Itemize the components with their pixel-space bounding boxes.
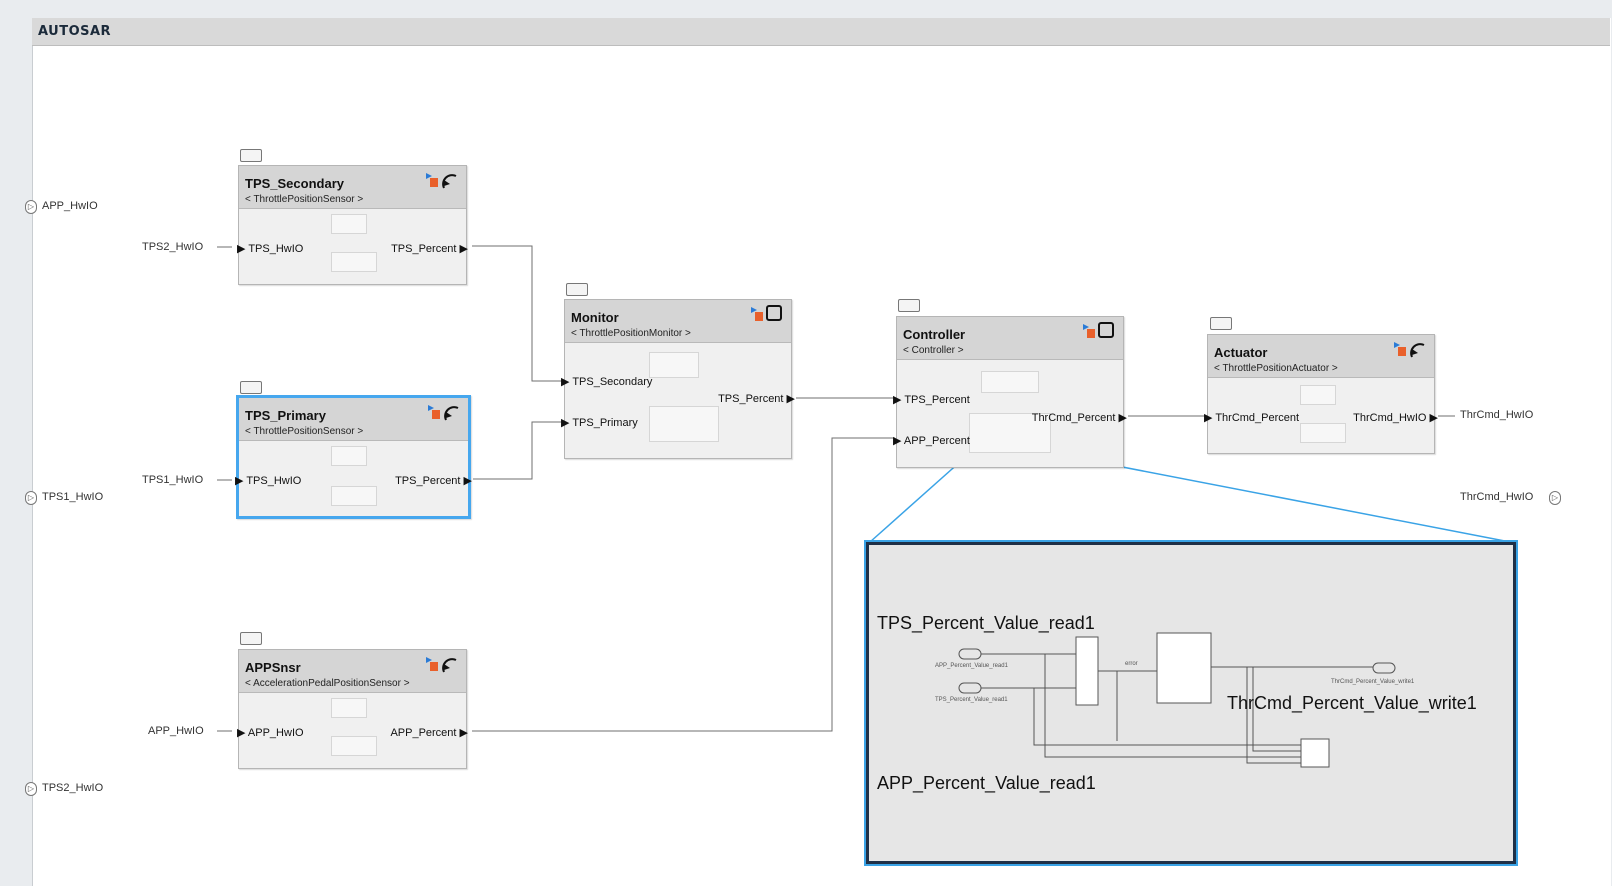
root-inport-tps1[interactable]: TPS1_HwIO xyxy=(42,491,103,503)
component-appsnsr[interactable]: APPSnsr < AccelerationPedalPositionSenso… xyxy=(237,649,468,769)
port-out-label: TPS_Percent xyxy=(718,393,784,405)
component-name: Controller xyxy=(903,327,966,342)
component-tab-icon xyxy=(1210,317,1232,330)
port-in[interactable]: ▶ TPS_Percent xyxy=(893,393,970,406)
component-tps-primary[interactable]: TPS_Primary < ThrottlePositionSensor > ▶… xyxy=(235,395,472,519)
port-in[interactable]: ▶ APP_HwIO xyxy=(237,726,304,739)
port-in[interactable]: ▶ APP_Percent xyxy=(893,434,970,447)
component-type: < ThrottlePositionActuator > xyxy=(1214,363,1338,374)
component-type: < Controller > xyxy=(903,345,964,356)
port-in-label: TPS_Primary xyxy=(572,417,638,429)
ext-inport-tps1[interactable]: TPS1_HwIO xyxy=(142,474,203,486)
component-tab-icon xyxy=(240,632,262,645)
inset-small-tps: TPS_Percent_Value_read1 xyxy=(935,697,1008,703)
port-in[interactable]: ▶ TPS_HwIO xyxy=(235,474,301,487)
port-out[interactable]: TPS_Percent ▶ xyxy=(395,474,472,487)
root-outport-icon[interactable]: ▷ xyxy=(1549,491,1561,505)
component-name: APPSnsr xyxy=(245,660,301,675)
inner-block xyxy=(331,214,367,234)
root-inport-icon[interactable]: ▷ xyxy=(25,200,37,214)
root-outport-label[interactable]: ThrCmd_HwIO xyxy=(1460,491,1533,503)
ext-inport-tps2[interactable]: TPS2_HwIO xyxy=(142,241,203,253)
component-titlebar: Monitor < ThrottlePositionMonitor > xyxy=(565,300,791,343)
port-in-label: TPS_HwIO xyxy=(246,475,302,487)
inner-block xyxy=(981,371,1039,393)
port-out-label: TPS_Percent xyxy=(391,243,457,255)
component-titlebar: TPS_Secondary < ThrottlePositionSensor > xyxy=(239,166,466,209)
component-tab-icon xyxy=(566,283,588,296)
port-out-label: TPS_Percent xyxy=(395,475,461,487)
component-name: Monitor xyxy=(571,310,619,325)
inner-block xyxy=(331,486,377,506)
port-in-label: APP_Percent xyxy=(903,435,970,447)
inset-inport-tps: TPS_Percent_Value_read1 xyxy=(877,613,1095,633)
root-inport-icon[interactable]: ▷ xyxy=(25,782,37,796)
component-titlebar: Actuator < ThrottlePositionActuator > xyxy=(1208,335,1434,378)
component-behavior-icon xyxy=(426,657,457,673)
component-behavior-icon xyxy=(426,173,457,189)
component-type: < ThrottlePositionSensor > xyxy=(245,426,364,437)
port-out-label: ThrCmd_Percent xyxy=(1031,412,1116,424)
port-in[interactable]: ▶ TPS_Secondary xyxy=(561,375,652,388)
component-behavior-icon xyxy=(1394,342,1425,358)
component-controller[interactable]: Controller < Controller > ▶ TPS_Percent … xyxy=(893,316,1127,468)
component-atomic-icon xyxy=(1083,322,1114,338)
inset-inport-app: APP_Percent_Value_read1 xyxy=(877,773,1096,793)
autosar-logo: AUTOSAR xyxy=(38,24,112,39)
inner-block xyxy=(331,698,367,718)
port-out[interactable]: APP_Percent ▶ xyxy=(390,726,468,739)
component-atomic-icon xyxy=(751,305,782,321)
inner-block xyxy=(1300,385,1336,405)
component-name: TPS_Secondary xyxy=(245,176,344,191)
inner-block xyxy=(331,252,377,272)
port-in[interactable]: ▶ TPS_Primary xyxy=(561,416,638,429)
component-monitor[interactable]: Monitor < ThrottlePositionMonitor > ▶ TP… xyxy=(561,299,795,459)
port-out-label: ThrCmd_HwIO xyxy=(1353,412,1427,424)
port-in[interactable]: ▶ TPS_HwIO xyxy=(237,242,303,255)
root-inport-icon[interactable]: ▷ xyxy=(25,491,37,505)
inset-small-error: error xyxy=(1125,661,1138,667)
port-in[interactable]: ▶ ThrCmd_Percent xyxy=(1204,411,1299,424)
inset-small-write: ThrCmd_Percent_Value_write1 xyxy=(1331,679,1415,685)
port-out[interactable]: TPS_Percent ▶ xyxy=(391,242,468,255)
component-actuator[interactable]: Actuator < ThrottlePositionActuator > ▶ … xyxy=(1204,334,1438,454)
canvas-header: AUTOSAR xyxy=(32,18,1610,46)
inner-block xyxy=(649,352,699,378)
component-behavior-icon xyxy=(428,405,459,421)
port-in-label: APP_HwIO xyxy=(247,727,304,739)
root-inport-tps2[interactable]: TPS2_HwIO xyxy=(42,782,103,794)
port-out[interactable]: ThrCmd_HwIO ▶ xyxy=(1353,411,1438,424)
component-tab-icon xyxy=(240,149,262,162)
inner-block xyxy=(331,736,377,756)
component-tab-icon xyxy=(240,381,262,394)
root-inport-app[interactable]: APP_HwIO xyxy=(42,200,98,212)
inner-block xyxy=(331,446,367,466)
inset-small-app: APP_Percent_Value_read1 xyxy=(935,663,1008,669)
zoom-inset[interactable]: TPS_Percent_Value_read1 APP_Percent_Valu… xyxy=(866,542,1516,864)
component-titlebar: Controller < Controller > xyxy=(897,317,1123,360)
port-in-label: ThrCmd_Percent xyxy=(1215,412,1300,424)
component-titlebar: APPSnsr < AccelerationPedalPositionSenso… xyxy=(239,650,466,693)
inner-block xyxy=(649,406,719,442)
inset-outport-thrcmd: ThrCmd_Percent_Value_write1 xyxy=(1227,693,1477,713)
port-out[interactable]: ThrCmd_Percent ▶ xyxy=(1032,411,1127,424)
port-in-label: TPS_HwIO xyxy=(248,243,304,255)
inner-block xyxy=(1300,423,1346,443)
component-titlebar: TPS_Primary < ThrottlePositionSensor > xyxy=(239,398,468,441)
port-in-label: TPS_Secondary xyxy=(572,376,653,388)
component-tab-icon xyxy=(898,299,920,312)
ext-inport-app[interactable]: APP_HwIO xyxy=(148,725,204,737)
component-tps-secondary[interactable]: TPS_Secondary < ThrottlePositionSensor >… xyxy=(237,165,468,285)
ext-outport-thrcmd[interactable]: ThrCmd_HwIO xyxy=(1460,409,1533,421)
port-in-label: TPS_Percent xyxy=(904,394,970,406)
component-type: < ThrottlePositionMonitor > xyxy=(571,328,691,339)
component-name: Actuator xyxy=(1214,345,1268,360)
port-out-label: APP_Percent xyxy=(390,727,457,739)
component-type: < ThrottlePositionSensor > xyxy=(245,194,364,205)
port-out[interactable]: TPS_Percent ▶ xyxy=(718,392,795,405)
component-type: < AccelerationPedalPositionSensor > xyxy=(245,678,410,689)
component-name: TPS_Primary xyxy=(245,408,326,423)
